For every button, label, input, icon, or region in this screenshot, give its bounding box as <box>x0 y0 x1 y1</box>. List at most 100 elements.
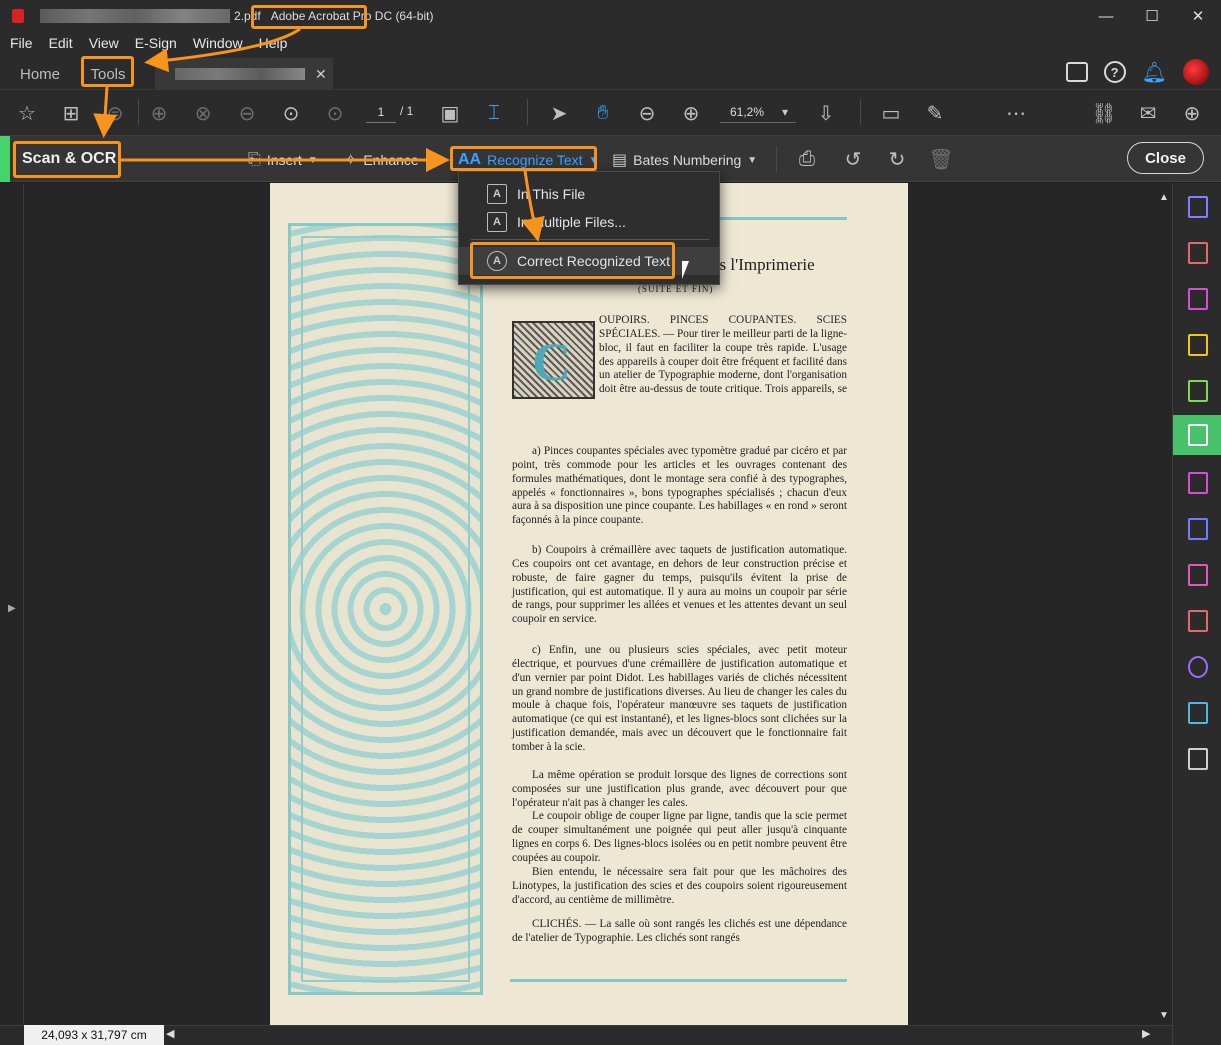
accessibility-icon <box>1187 656 1208 678</box>
insert-button[interactable]: ⎘ Insert ▼ <box>248 149 318 171</box>
hand-icon[interactable]: ✋︎ <box>591 101 615 125</box>
tab-tools[interactable]: Tools <box>80 58 136 90</box>
menu-item-in-this-file[interactable]: A In This File <box>459 180 719 208</box>
rail-export[interactable] <box>1173 463 1221 503</box>
rail-create[interactable] <box>1173 279 1221 319</box>
window-title: Adobe Acrobat Pro DC (64-bit) <box>270 9 434 23</box>
menu-item-correct-recognized-text[interactable]: A Correct Recognized Text <box>459 247 719 275</box>
acrobat-icon <box>12 9 24 23</box>
page-total: / 1 <box>400 104 414 118</box>
scroll-down-icon[interactable]: ▼ <box>1159 1010 1169 1021</box>
rail-protect[interactable] <box>1173 601 1221 641</box>
bell-icon[interactable]: 🔔︎ <box>1142 60 1167 85</box>
rail-organize[interactable] <box>1173 233 1221 273</box>
tab-document[interactable]: ✕ <box>155 58 333 90</box>
rail-more-tools[interactable] <box>1173 739 1221 779</box>
help-icon[interactable]: ? <box>1103 61 1126 83</box>
trash-icon[interactable]: 🗑︎ <box>928 147 953 171</box>
close-window-button[interactable]: ✕ <box>1175 0 1221 32</box>
doc-tab-name-redacted <box>175 68 305 80</box>
rail-sign[interactable] <box>1173 555 1221 595</box>
filename-redacted <box>40 9 230 23</box>
enhance-button[interactable]: ✧ Enhance <box>344 149 419 171</box>
first-page-icon[interactable]: ⊖ <box>235 101 259 125</box>
page-settings-icon[interactable]: ⎙ <box>795 147 819 171</box>
recognize-text-button[interactable]: AA Recognize Text ▼ <box>458 149 598 171</box>
crop-icon[interactable]: ⌶ <box>482 101 506 125</box>
rail-accessibility[interactable] <box>1173 647 1221 687</box>
correct-text-icon: A <box>487 251 507 271</box>
back-icon[interactable]: ⊙ <box>279 101 303 125</box>
zoom-in-icon[interactable]: ⊕ <box>679 101 703 125</box>
intro-paragraph-top: OUPOIRS. PINCES COUPANTES. SCIES SPÉCIAL… <box>599 314 847 398</box>
star-icon[interactable]: ☆ <box>15 101 39 125</box>
scroll-up-icon[interactable]: ▲ <box>1159 192 1169 203</box>
zoom-out-icon[interactable]: ⊖ <box>635 101 659 125</box>
recognize-text-menu: A In This File A In Multiple Files... A … <box>458 171 720 285</box>
next-page-icon[interactable]: ⊗ <box>191 101 215 125</box>
ornamental-border <box>288 223 483 995</box>
scroll-left-icon[interactable]: ◀ <box>166 1027 174 1040</box>
filename-suffix: 2.pdf <box>234 9 261 23</box>
paragraph-a: a) Pinces coupantes spéciales avec typom… <box>512 445 847 527</box>
avatar[interactable] <box>1183 59 1209 85</box>
comment-icon[interactable]: ▭ <box>879 101 903 125</box>
paragraph-g: CLICHÉS. — La salle où sont rangés les c… <box>512 918 847 944</box>
menu-file[interactable]: File <box>2 35 41 51</box>
left-panel-collapsed[interactable]: ▶ <box>0 183 24 1025</box>
print-icon[interactable]: ⊜ <box>103 101 127 125</box>
divider <box>860 99 861 125</box>
tab-home[interactable]: Home <box>8 58 72 90</box>
rotate-right-icon[interactable]: ↻ <box>885 147 909 171</box>
rail-scan-ocr[interactable] <box>1173 415 1221 455</box>
select-icon[interactable]: ➤ <box>547 101 571 125</box>
document-subheading: (SUITE ET FIN) <box>638 284 714 294</box>
paragraph-d: La même opération se produit lorsque des… <box>512 769 847 809</box>
paragraph-c: c) Enfin, une ou plusieurs scies spécial… <box>512 644 847 753</box>
rail-comment[interactable] <box>1173 325 1221 365</box>
share-screen-icon[interactable] <box>1065 62 1088 82</box>
zoom-select[interactable]: 61,2% <box>720 101 796 123</box>
rail-forms[interactable] <box>1173 509 1221 549</box>
rail-compare[interactable] <box>1173 371 1221 411</box>
menu-item-label: Correct Recognized Text <box>517 253 671 269</box>
forward-icon[interactable]: ⊙ <box>323 101 347 125</box>
scroll-right-icon[interactable]: ▶ <box>1142 1027 1150 1040</box>
bottom-rule <box>510 979 847 982</box>
minimize-button[interactable]: — <box>1083 0 1129 32</box>
chevron-down-icon: ▼ <box>588 154 599 166</box>
page-number-input[interactable]: 1 <box>366 101 396 123</box>
bates-numbering-button[interactable]: ▤ Bates Numbering ▼ <box>612 149 757 171</box>
menu-item-in-multiple-files[interactable]: A In Multiple Files... <box>459 208 719 236</box>
close-tool-button[interactable]: Close <box>1127 142 1204 174</box>
rail-rich-media[interactable] <box>1173 693 1221 733</box>
pen-icon[interactable]: ✎ <box>923 101 947 125</box>
link-icon[interactable]: ⛓︎ <box>1091 101 1116 125</box>
menu-view[interactable]: View <box>81 35 127 51</box>
expand-panel-icon[interactable]: ▶ <box>8 603 16 614</box>
status-bar <box>0 1025 1172 1045</box>
scroll-mode-icon[interactable]: ⇩ <box>814 101 838 125</box>
mail-icon[interactable]: ✉ <box>1136 101 1160 125</box>
close-tab-icon[interactable]: ✕ <box>315 66 327 83</box>
file-text-icon: A <box>487 184 507 204</box>
menu-edit[interactable]: Edit <box>41 35 81 51</box>
compare-icon <box>1187 380 1208 402</box>
vertical-scrollbar[interactable]: ▲ ▼ <box>1156 190 1172 1026</box>
recognize-text-icon: AA <box>458 151 482 168</box>
form-icon <box>1187 518 1208 540</box>
paragraph-f: Bien entendu, le nécessaire sera fait po… <box>512 866 847 906</box>
more-icon[interactable]: ⋯ <box>1004 101 1028 125</box>
menu-window[interactable]: Window <box>185 35 251 51</box>
prev-page-icon[interactable]: ⊕ <box>147 101 171 125</box>
add-user-icon[interactable]: ⊕ <box>1180 101 1204 125</box>
rotate-left-icon[interactable]: ↺ <box>841 147 865 171</box>
binoculars-icon[interactable]: ⊞ <box>59 101 83 125</box>
maximize-button[interactable]: ☐ <box>1129 0 1175 32</box>
menu-esign[interactable]: E-Sign <box>127 35 185 51</box>
page-thumbnail-icon[interactable]: ▣ <box>438 101 462 125</box>
rail-create-pdf[interactable] <box>1173 187 1221 227</box>
export-icon <box>1187 472 1208 494</box>
menu-help[interactable]: Help <box>251 35 296 51</box>
chevron-down-icon: ▼ <box>747 154 758 166</box>
